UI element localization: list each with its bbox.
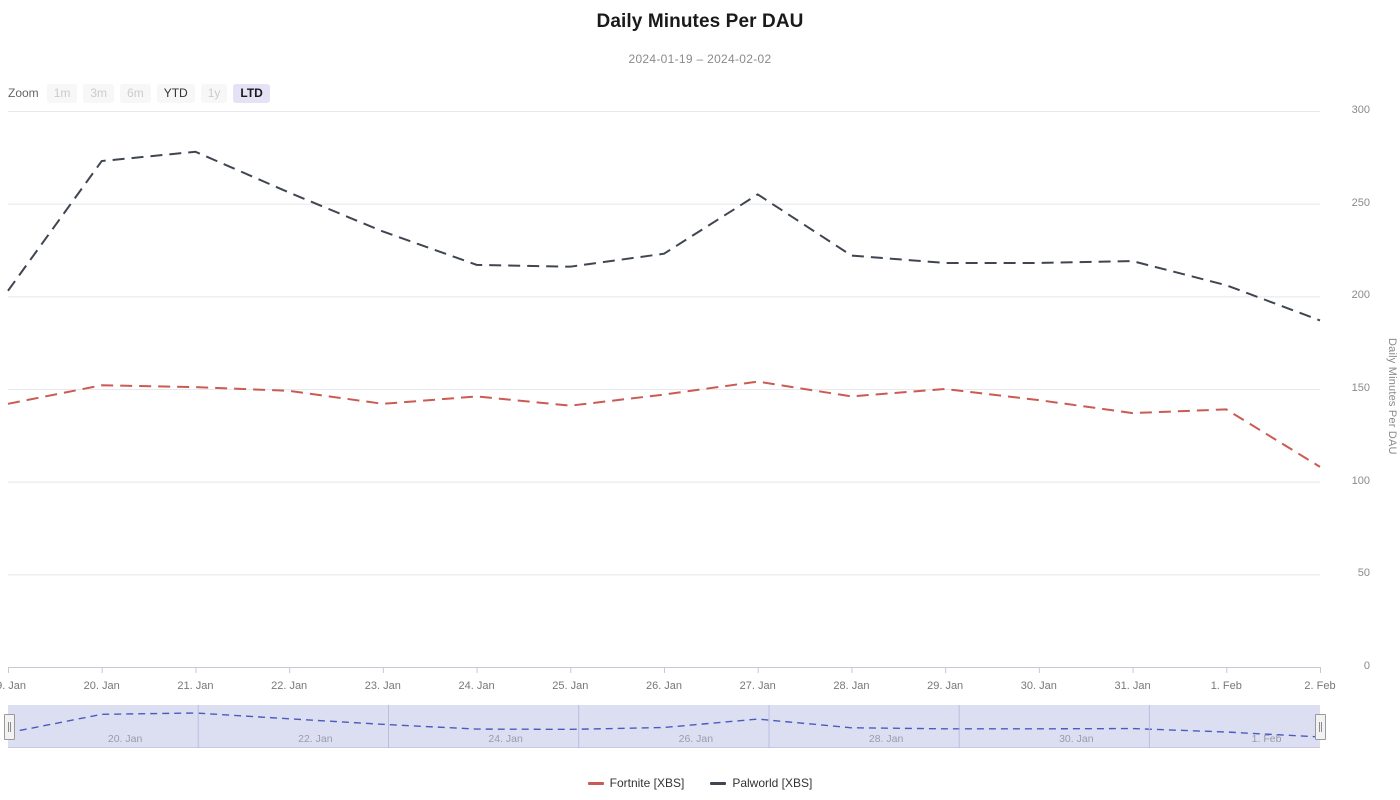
- x-tick-label: 25. Jan: [552, 680, 589, 692]
- y-tick-label: 0: [1363, 660, 1370, 672]
- navigator-series-svg: [8, 705, 1320, 748]
- plot-svg: [7, 111, 1321, 673]
- y-axis-title: Daily Minutes Per DAU: [1386, 338, 1398, 455]
- legend-swatch-palworld: [710, 781, 727, 785]
- chart-subtitle: 2024-01-19 – 2024-02-02: [628, 52, 772, 66]
- legend-label-palworld: Palworld [XBS]: [732, 776, 813, 790]
- navigator-series-line: [8, 712, 1320, 738]
- legend-swatch-fortnite: [587, 781, 604, 785]
- x-tick-label: 27. Jan: [739, 680, 776, 692]
- legend: Fortnite [XBS] Palworld [XBS]: [0, 776, 1400, 790]
- navigator-tick-label: 1. Feb: [1251, 733, 1282, 745]
- navigator-tick-label: 22. Jan: [298, 733, 333, 745]
- x-tick-label: 20. Jan: [83, 680, 120, 692]
- legend-item-fortnite[interactable]: Fortnite [XBS]: [587, 776, 685, 790]
- x-tick-label: 24. Jan: [458, 680, 495, 692]
- x-tick-label: 22. Jan: [271, 680, 308, 692]
- legend-label-fortnite: Fortnite [XBS]: [609, 776, 685, 790]
- navigator-tick-label: 28. Jan: [868, 733, 904, 745]
- y-tick-label: 50: [1357, 567, 1370, 580]
- navigator-handle-left[interactable]: [4, 714, 15, 740]
- y-tick-label: 150: [1351, 382, 1370, 394]
- y-tick-label: 200: [1351, 289, 1370, 302]
- x-tick-label: 1. Feb: [1210, 680, 1242, 692]
- y-tick-label: 100: [1351, 474, 1370, 487]
- chart-container: Daily Minutes Per DAU 2024-01-19 – 2024-…: [0, 0, 1400, 800]
- navigator-tick-label: 24. Jan: [488, 733, 523, 745]
- x-tick-label: 31. Jan: [1114, 680, 1151, 692]
- range-selector-label: Zoom: [8, 86, 39, 100]
- x-tick-label: 26. Jan: [645, 680, 683, 692]
- x-tick-label: 19. Jan: [0, 680, 27, 692]
- navigator-tick-label: 26. Jan: [678, 733, 714, 745]
- series-line-fortnite[interactable]: [7, 380, 1321, 468]
- x-tick-label: 21. Jan: [177, 680, 214, 692]
- navigator[interactable]: 20. Jan 22. Jan 24. Jan 26. Jan 28. Jan 30. J…: [4, 705, 1326, 748]
- series-line-palworld[interactable]: [7, 150, 1321, 322]
- x-tick-label: 30. Jan: [1020, 680, 1057, 692]
- navigator-tick-label: 30. Jan: [1059, 733, 1094, 745]
- x-tick-label: 29. Jan: [927, 680, 964, 692]
- x-tick-label: 2. Feb: [1304, 680, 1336, 692]
- legend-item-palworld[interactable]: Palworld [XBS]: [710, 776, 812, 790]
- chart-title: Daily Minutes Per DAU: [596, 11, 804, 32]
- navigator-tick-label: 20. Jan: [107, 733, 143, 745]
- y-tick-label: 300: [1351, 104, 1370, 116]
- navigator-handle-right[interactable]: [1315, 714, 1326, 740]
- x-tick-label: 28. Jan: [833, 680, 870, 692]
- y-tick-label: 250: [1351, 196, 1370, 209]
- plot-area[interactable]: 0 50 100 150 200 250 300 19. Jan 20. Jan 21. Jan…: [0, 100, 1400, 692]
- x-tick-label: 23. Jan: [364, 680, 401, 692]
